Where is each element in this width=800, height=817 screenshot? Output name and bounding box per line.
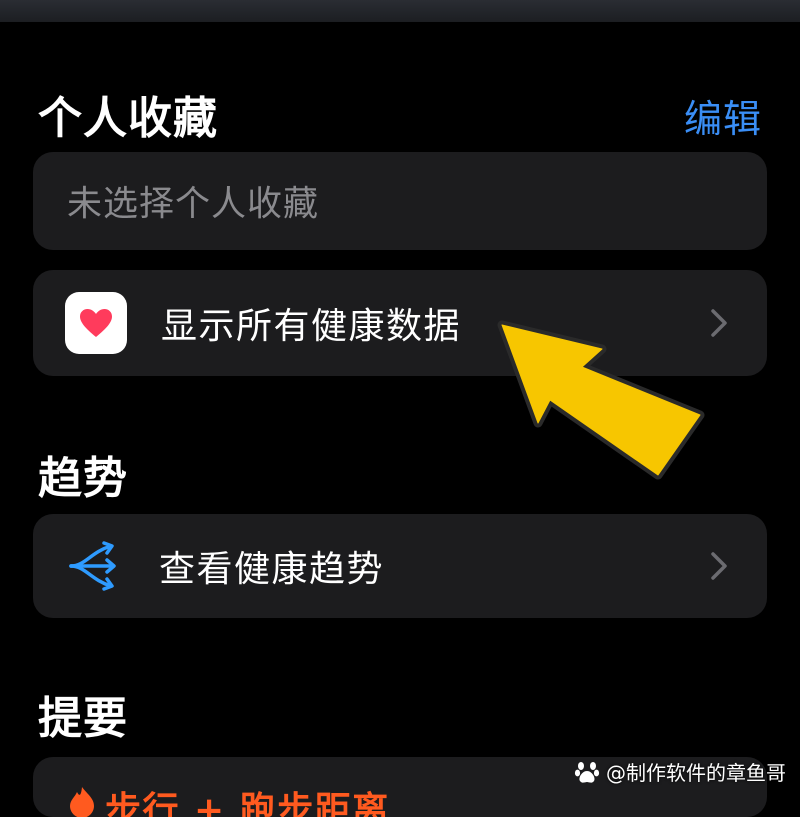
view-health-trends-row[interactable]: 查看健康趋势 [33,514,767,618]
summary-section-title: 提要 [38,693,128,744]
favorites-empty-card: 未选择个人收藏 [33,152,767,250]
paw-logo-icon [574,761,600,783]
chevron-right-icon [711,309,727,337]
favorites-empty-placeholder: 未选择个人收藏 [67,184,320,225]
flame-icon [70,787,94,817]
trends-section-title: 趋势 [38,453,128,504]
yellow-arrow-annotation [497,320,705,480]
trend-arrows-icon [69,541,116,591]
watermark-text: @制作软件的章鱼哥 [606,761,786,785]
chevron-right-icon [711,552,727,580]
edit-button[interactable]: 编辑 [684,88,762,143]
show-all-health-data-label: 显示所有健康数据 [161,306,462,347]
summary-item-label: 步行 + 跑步距离 [105,790,390,817]
view-health-trends-label: 查看健康趋势 [159,549,385,590]
watermark: @制作软件的章鱼哥 [574,757,786,786]
heart-icon [65,292,127,354]
favorites-section-title: 个人收藏 [38,93,218,144]
status-bar-strip [0,0,800,22]
